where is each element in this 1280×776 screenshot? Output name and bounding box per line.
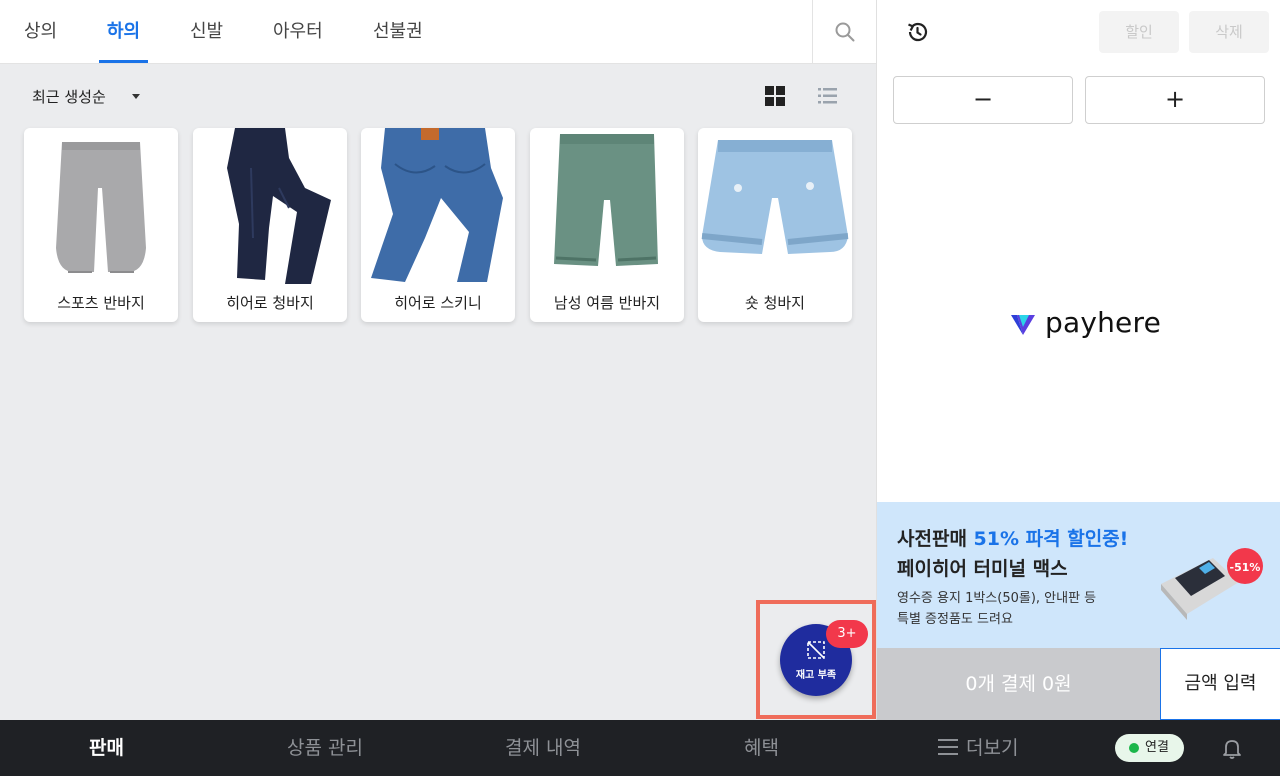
pay-button[interactable]: 0개 결제 0원 <box>877 648 1160 720</box>
search-icon <box>835 22 854 41</box>
bell-icon[interactable] <box>1220 736 1244 760</box>
promo-product: 페이히어 터미널 맥스 <box>897 558 1068 580</box>
history-icon[interactable] <box>905 20 929 44</box>
tab-shoes[interactable]: 신발 <box>190 0 223 63</box>
low-stock-badge: 3+ <box>826 620 868 648</box>
discount-sticker: -51% <box>1230 561 1261 574</box>
increase-button[interactable]: + <box>1085 76 1265 124</box>
gray-shorts-image <box>56 142 146 273</box>
order-panel: 할인 삭제 − + payhere 사전판매 51% 파격 할인중! 페이히어 … <box>876 0 1280 720</box>
sort-label: 최근 생성순 <box>32 88 106 106</box>
payhere-logo-icon <box>1011 314 1035 335</box>
low-stock-label: 재고 부족 <box>795 670 837 681</box>
denim-shorts-image <box>701 140 849 254</box>
nav-more-label: 더보기 <box>966 737 1019 759</box>
product-card[interactable]: 숏 청바지 <box>698 128 852 322</box>
payhere-logo: payhere <box>1009 306 1161 339</box>
tab-prepaid[interactable]: 선불권 <box>373 0 423 63</box>
nav-payments[interactable]: 결제 내역 <box>505 720 581 776</box>
dark-jeans-image <box>227 128 331 284</box>
discount-button[interactable]: 할인 <box>1099 11 1179 53</box>
chevron-down-icon <box>131 94 140 99</box>
list-view-icon[interactable] <box>814 84 840 108</box>
bottom-nav: 판매 상품 관리 결제 내역 혜택 더보기 연결 <box>0 720 1280 776</box>
product-card[interactable]: 히어로 스키니 <box>361 128 515 322</box>
promo-title: 사전판매 51% 파격 할인중! <box>897 524 1128 551</box>
connection-status: 연결 <box>1115 734 1184 762</box>
product-name: 숏 청바지 <box>745 294 805 312</box>
menu-icon <box>938 739 958 755</box>
product-name: 남성 여름 반바지 <box>553 294 661 312</box>
nav-more[interactable]: 더보기 <box>938 720 1018 776</box>
category-tabbar: 상의 하의 신발 아우터 선불권 <box>0 0 876 64</box>
nav-sales[interactable]: 판매 <box>89 720 124 776</box>
green-shorts-image <box>554 134 658 266</box>
nav-products[interactable]: 상품 관리 <box>287 720 363 776</box>
tab-bottoms[interactable]: 하의 <box>98 0 149 63</box>
promo-desc-1: 영수증 용지 1박스(50롤), 안내판 등 <box>897 591 1097 606</box>
sort-dropdown[interactable]: 최근 생성순 <box>32 86 140 107</box>
box-off-icon <box>807 641 825 659</box>
tab-tops[interactable]: 상의 <box>24 0 57 63</box>
product-card[interactable]: 남성 여름 반바지 <box>530 128 684 322</box>
product-pane: 상의 하의 신발 아우터 선불권 최근 생성순 스포츠 반바지 히어로 청바지 … <box>0 0 876 720</box>
nav-benefits[interactable]: 혜택 <box>744 720 779 776</box>
decrease-button[interactable]: − <box>893 76 1073 124</box>
low-stock-button[interactable]: 재고 부족 3+ <box>780 620 868 696</box>
promo-highlight: 51% 파격 할인중! <box>973 528 1129 550</box>
terminal-device-image: -51% <box>1161 548 1263 620</box>
connection-label: 연결 <box>1145 740 1169 755</box>
blue-jeans-image <box>371 128 503 282</box>
enter-amount-button[interactable]: 금액 입력 <box>1160 648 1280 720</box>
delete-button[interactable]: 삭제 <box>1189 11 1269 53</box>
tab-outerwear[interactable]: 아우터 <box>273 0 323 63</box>
promo-desc-2: 특별 증정품도 드려요 <box>897 612 1013 627</box>
logo-text: payhere <box>1045 306 1161 339</box>
product-name: 히어로 스키니 <box>394 294 482 312</box>
product-name: 히어로 청바지 <box>226 294 314 312</box>
stock-alert-highlight: 재고 부족 3+ <box>756 600 876 719</box>
connected-dot-icon <box>1129 743 1139 753</box>
product-card[interactable]: 히어로 청바지 <box>193 128 347 322</box>
promo-banner[interactable]: 사전판매 51% 파격 할인중! 페이히어 터미널 맥스 영수증 용지 1박스(… <box>877 502 1280 648</box>
product-card[interactable]: 스포츠 반바지 <box>24 128 178 322</box>
product-name: 스포츠 반바지 <box>57 294 145 312</box>
promo-prefix: 사전판매 <box>897 528 974 550</box>
search-button[interactable] <box>812 0 876 63</box>
grid-view-icon[interactable] <box>762 84 788 108</box>
